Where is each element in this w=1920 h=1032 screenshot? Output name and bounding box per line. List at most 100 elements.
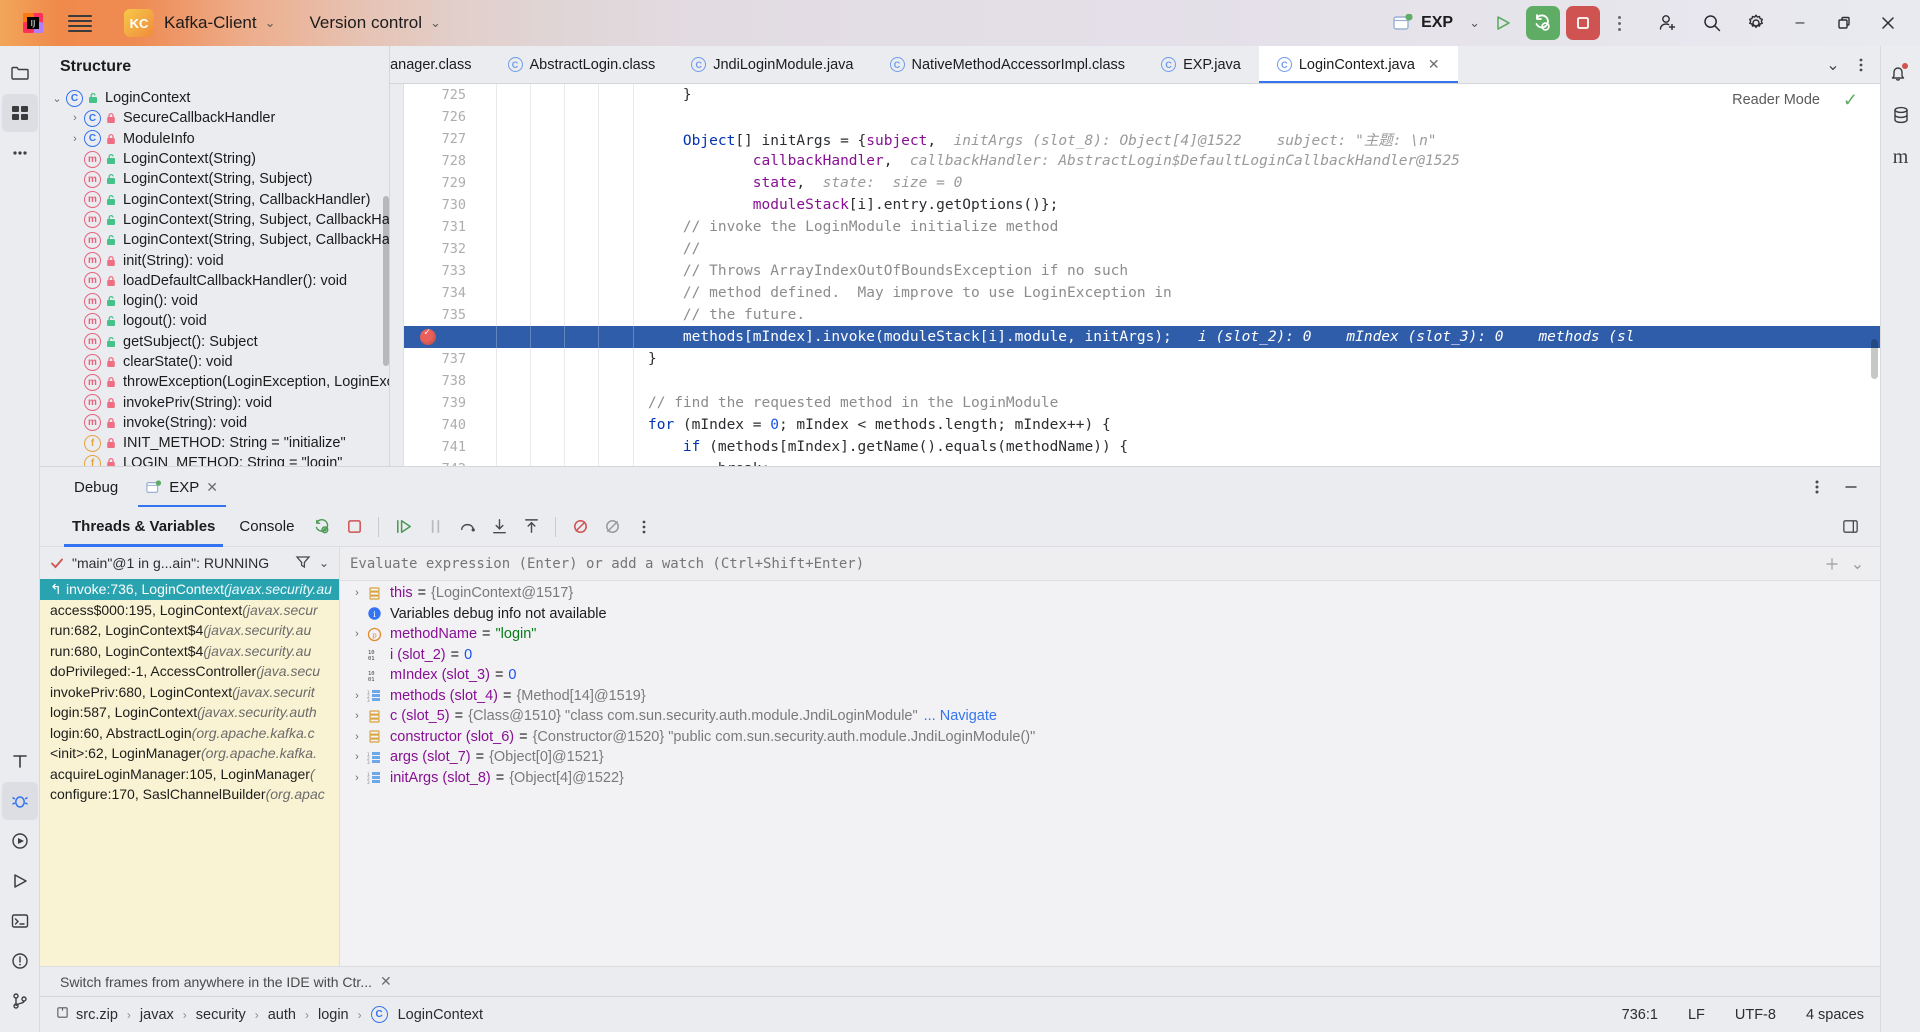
subtab-console[interactable]: Console: [227, 507, 306, 547]
pause-icon[interactable]: [421, 512, 449, 542]
play-triangle-icon[interactable]: [2, 862, 38, 900]
line-separator[interactable]: LF: [1688, 1007, 1705, 1023]
code-line[interactable]: 741 if (methods[mIndex].getName().equals…: [404, 436, 1880, 458]
chevron-right-icon[interactable]: ›: [348, 731, 366, 743]
code-line[interactable]: 726: [404, 106, 1880, 128]
stack-frame-row[interactable]: invokePriv:680, LoginContext (javax.secu…: [40, 682, 339, 703]
variable-row[interactable]: i Variables debug info not available: [340, 604, 1880, 625]
chevron-right-icon[interactable]: ›: [348, 751, 366, 763]
thread-selector[interactable]: "main"@1 in g...ain": RUNNING ⌄: [40, 547, 339, 579]
code-line[interactable]: 728 callbackHandler, callbackHandler: Ab…: [404, 150, 1880, 172]
breadcrumb-item[interactable]: javax: [140, 1007, 174, 1023]
chevron-down-icon[interactable]: ⌄: [1820, 46, 1846, 83]
structure-item[interactable]: m login(): void: [40, 291, 389, 311]
code-line[interactable]: 732 //: [404, 238, 1880, 260]
breadcrumb[interactable]: src.zip › javax › security › auth › login › C Login…: [56, 1006, 483, 1023]
variables-tree[interactable]: › this = {LoginContext@1517} i Variables debu…: [340, 581, 1880, 966]
code-line[interactable]: 730 moduleStack[i].entry.getOptions()};: [404, 194, 1880, 216]
more-vertical-icon[interactable]: [1848, 46, 1874, 83]
terminal-icon[interactable]: [2, 902, 38, 940]
stack-frame-row[interactable]: <init>:62, LoginManager (org.apache.kafk…: [40, 743, 339, 764]
version-control-menu[interactable]: Version control: [310, 13, 422, 33]
variable-row[interactable]: › c (slot_5) = {Class@1510} "class com.sun.…: [340, 706, 1880, 727]
stack-frame-row[interactable]: doPrivileged:-1, AccessController (java.…: [40, 661, 339, 682]
code-line[interactable]: 737}: [404, 348, 1880, 370]
stack-frames-list[interactable]: ↰ invoke:736, LoginContext (javax.securit…: [40, 579, 339, 966]
filter-icon[interactable]: [295, 554, 311, 573]
notifications-bell-icon[interactable]: [1883, 54, 1919, 92]
minimize-window-button[interactable]: –: [1780, 6, 1820, 40]
code-line[interactable]: 729 state, state: size = 0: [404, 172, 1880, 194]
chevron-down-icon[interactable]: ⌄: [265, 15, 276, 31]
structure-item[interactable]: m LoginContext(String, Subject): [40, 169, 389, 189]
debug-icon[interactable]: [1526, 6, 1560, 40]
variable-row[interactable]: 10 01 mIndex (slot_3) = 0: [340, 665, 1880, 686]
more-vertical-icon[interactable]: [1802, 472, 1832, 502]
code-line[interactable]: 738: [404, 370, 1880, 392]
breakpoint-icon[interactable]: [420, 327, 436, 345]
variable-row[interactable]: › this = {LoginContext@1517}: [340, 583, 1880, 604]
structure-item[interactable]: m invoke(String): void: [40, 413, 389, 433]
more-vertical-icon[interactable]: [630, 512, 658, 542]
mute-breakpoints-icon[interactable]: [566, 512, 594, 542]
hamburger-menu-icon[interactable]: [58, 7, 102, 39]
terminal-T-icon[interactable]: [2, 742, 38, 780]
code-lines[interactable]: 725 } 726 727 Object[] initArgs = {subject…: [404, 84, 1880, 466]
chevron-down-icon[interactable]: ⌄: [430, 15, 441, 31]
evaluate-expression-input[interactable]: [350, 555, 1820, 572]
variable-row[interactable]: 10 01 i (slot_2) = 0: [340, 645, 1880, 666]
step-into-icon[interactable]: [485, 512, 513, 542]
breadcrumb-item[interactable]: C LoginContext: [370, 1006, 483, 1023]
structure-item[interactable]: m LoginContext(String, Subject, CallbackH…: [40, 230, 389, 250]
caret-position[interactable]: 736:1: [1622, 1007, 1658, 1023]
git-branch-icon[interactable]: [2, 982, 38, 1020]
stop-icon[interactable]: [1566, 6, 1600, 40]
run-play-icon[interactable]: [2, 822, 38, 860]
project-name[interactable]: Kafka-Client: [164, 13, 257, 33]
file-encoding[interactable]: UTF-8: [1735, 1007, 1776, 1023]
breadcrumb-item[interactable]: auth: [268, 1007, 296, 1023]
structure-item[interactable]: m logout(): void: [40, 311, 389, 331]
structure-item[interactable]: f INIT_METHOD: String = "initialize": [40, 433, 389, 453]
structure-scrollbar[interactable]: [383, 196, 389, 366]
breadcrumb-item[interactable]: src.zip: [56, 1006, 118, 1023]
step-over-icon[interactable]: [453, 512, 481, 542]
editor-tab[interactable]: C LoginContext.java ✕: [1258, 46, 1458, 83]
stack-frame-row[interactable]: run:680, LoginContext$4 (javax.security.…: [40, 641, 339, 662]
stack-frame-row[interactable]: login:587, LoginContext (javax.security.…: [40, 702, 339, 723]
chevron-right-icon[interactable]: ›: [348, 710, 366, 722]
close-icon[interactable]: ✕: [1428, 56, 1440, 73]
stack-frame-row[interactable]: access$000:195, LoginContext (javax.secu…: [40, 600, 339, 621]
chevron-down-icon[interactable]: ⌄: [319, 556, 339, 570]
subtab-threads-variables[interactable]: Threads & Variables: [60, 507, 227, 547]
tab-debug[interactable]: Debug: [60, 467, 132, 507]
code-line[interactable]: 727 Object[] initArgs = {subject, initAr…: [404, 128, 1880, 150]
stack-frame-row[interactable]: acquireLoginManager:105, LoginManager (: [40, 764, 339, 785]
breadcrumb-item[interactable]: security: [196, 1007, 246, 1023]
problems-icon[interactable]: [2, 942, 38, 980]
chevron-down-icon[interactable]: ⌄: [48, 92, 66, 105]
chevron-right-icon[interactable]: ›: [66, 133, 84, 145]
code-scroll-area[interactable]: Reader Mode ✓ 725 } 726 727 Object[] initA…: [404, 84, 1880, 466]
code-line[interactable]: 731 // invoke the LoginModule initialize…: [404, 216, 1880, 238]
structure-item[interactable]: m init(String): void: [40, 250, 389, 270]
maven-m-icon[interactable]: m: [1883, 138, 1919, 176]
database-icon[interactable]: [1883, 96, 1919, 134]
reader-mode-label[interactable]: Reader Mode: [1732, 92, 1820, 108]
run-configuration-selector[interactable]: EXP ⌄: [1393, 14, 1480, 32]
structure-item[interactable]: f LOGIN_METHOD: String = "login": [40, 453, 389, 466]
variable-row[interactable]: › 1 2 3 args (slot_7) = {Object[0]@1521}: [340, 747, 1880, 768]
structure-item[interactable]: m throwException(LoginException, LoginExc…: [40, 372, 389, 392]
structure-item[interactable]: m LoginContext(String, Subject, CallbackH…: [40, 210, 389, 230]
editor-tab[interactable]: C EXP.java: [1143, 46, 1259, 83]
structure-tree[interactable]: ⌄ C LoginContext › C SecureCallbackHandler › C M…: [40, 88, 389, 466]
code-line[interactable]: 733 // Throws ArrayIndexOutOfBoundsExcep…: [404, 260, 1880, 282]
structure-item[interactable]: ⌄ C LoginContext: [40, 88, 389, 108]
code-line-current[interactable]: methods[mIndex].invoke(moduleStack[i].mo…: [404, 326, 1880, 348]
editor-tab[interactable]: C AbstractLogin.class: [490, 46, 674, 83]
add-user-icon[interactable]: [1648, 6, 1688, 40]
code-line[interactable]: 735 // the future.: [404, 304, 1880, 326]
code-line[interactable]: 739 // find the requested method in the L…: [404, 392, 1880, 414]
variable-row[interactable]: › p methodName = "login": [340, 624, 1880, 645]
tab-exp[interactable]: EXP ✕: [132, 467, 232, 507]
